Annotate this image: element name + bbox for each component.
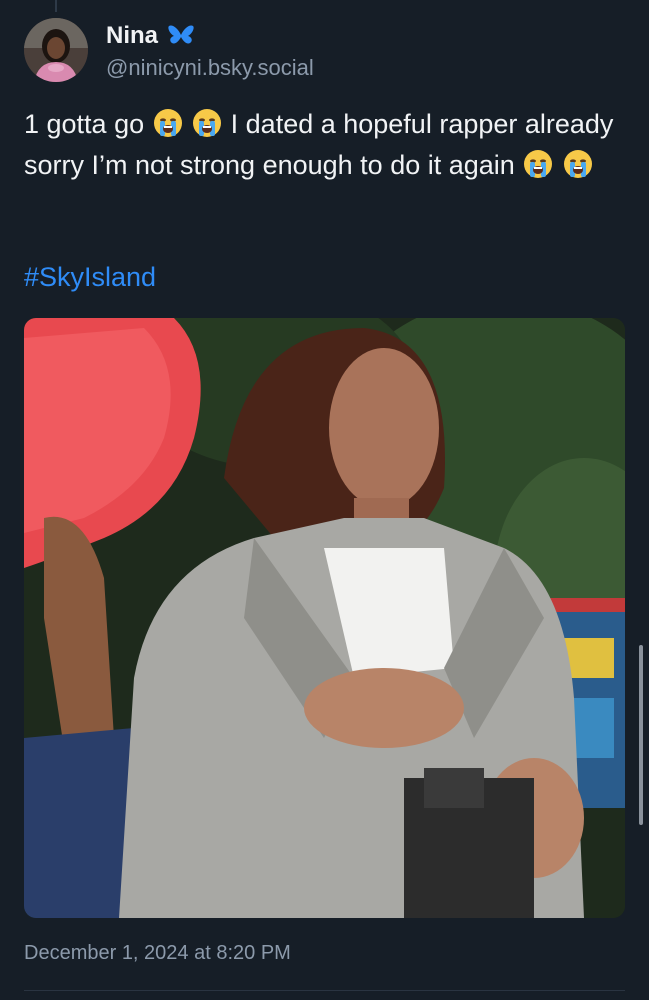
butterfly-icon — [168, 25, 194, 47]
loudly-crying-emoji-icon — [192, 108, 222, 138]
post-timestamp: December 1, 2024 at 8:20 PM — [24, 942, 291, 964]
post-text-segment-1: 1 gotta go — [24, 109, 145, 139]
post-media-gif[interactable] — [24, 318, 625, 918]
loudly-crying-emoji-icon — [153, 108, 183, 138]
scrollbar[interactable] — [639, 645, 643, 825]
post-text: 1 gotta go I dated a hopeful rapper alre… — [24, 104, 634, 186]
author-names: Nina @ninicyni.bsky.social — [106, 19, 314, 81]
display-name-row: Nina — [106, 19, 314, 53]
loudly-crying-emoji-icon — [563, 149, 593, 179]
divider — [24, 990, 625, 991]
display-name[interactable]: Nina — [106, 22, 158, 50]
hashtag-link[interactable]: #SkyIsland — [24, 262, 156, 293]
post-header: Nina @ninicyni.bsky.social — [24, 18, 314, 82]
avatar[interactable] — [24, 18, 88, 82]
loudly-crying-emoji-icon — [523, 149, 553, 179]
thread-line — [55, 0, 57, 12]
post-view: Nina @ninicyni.bsky.social 1 gotta go I … — [0, 0, 649, 1000]
author-handle[interactable]: @ninicyni.bsky.social — [106, 55, 314, 81]
